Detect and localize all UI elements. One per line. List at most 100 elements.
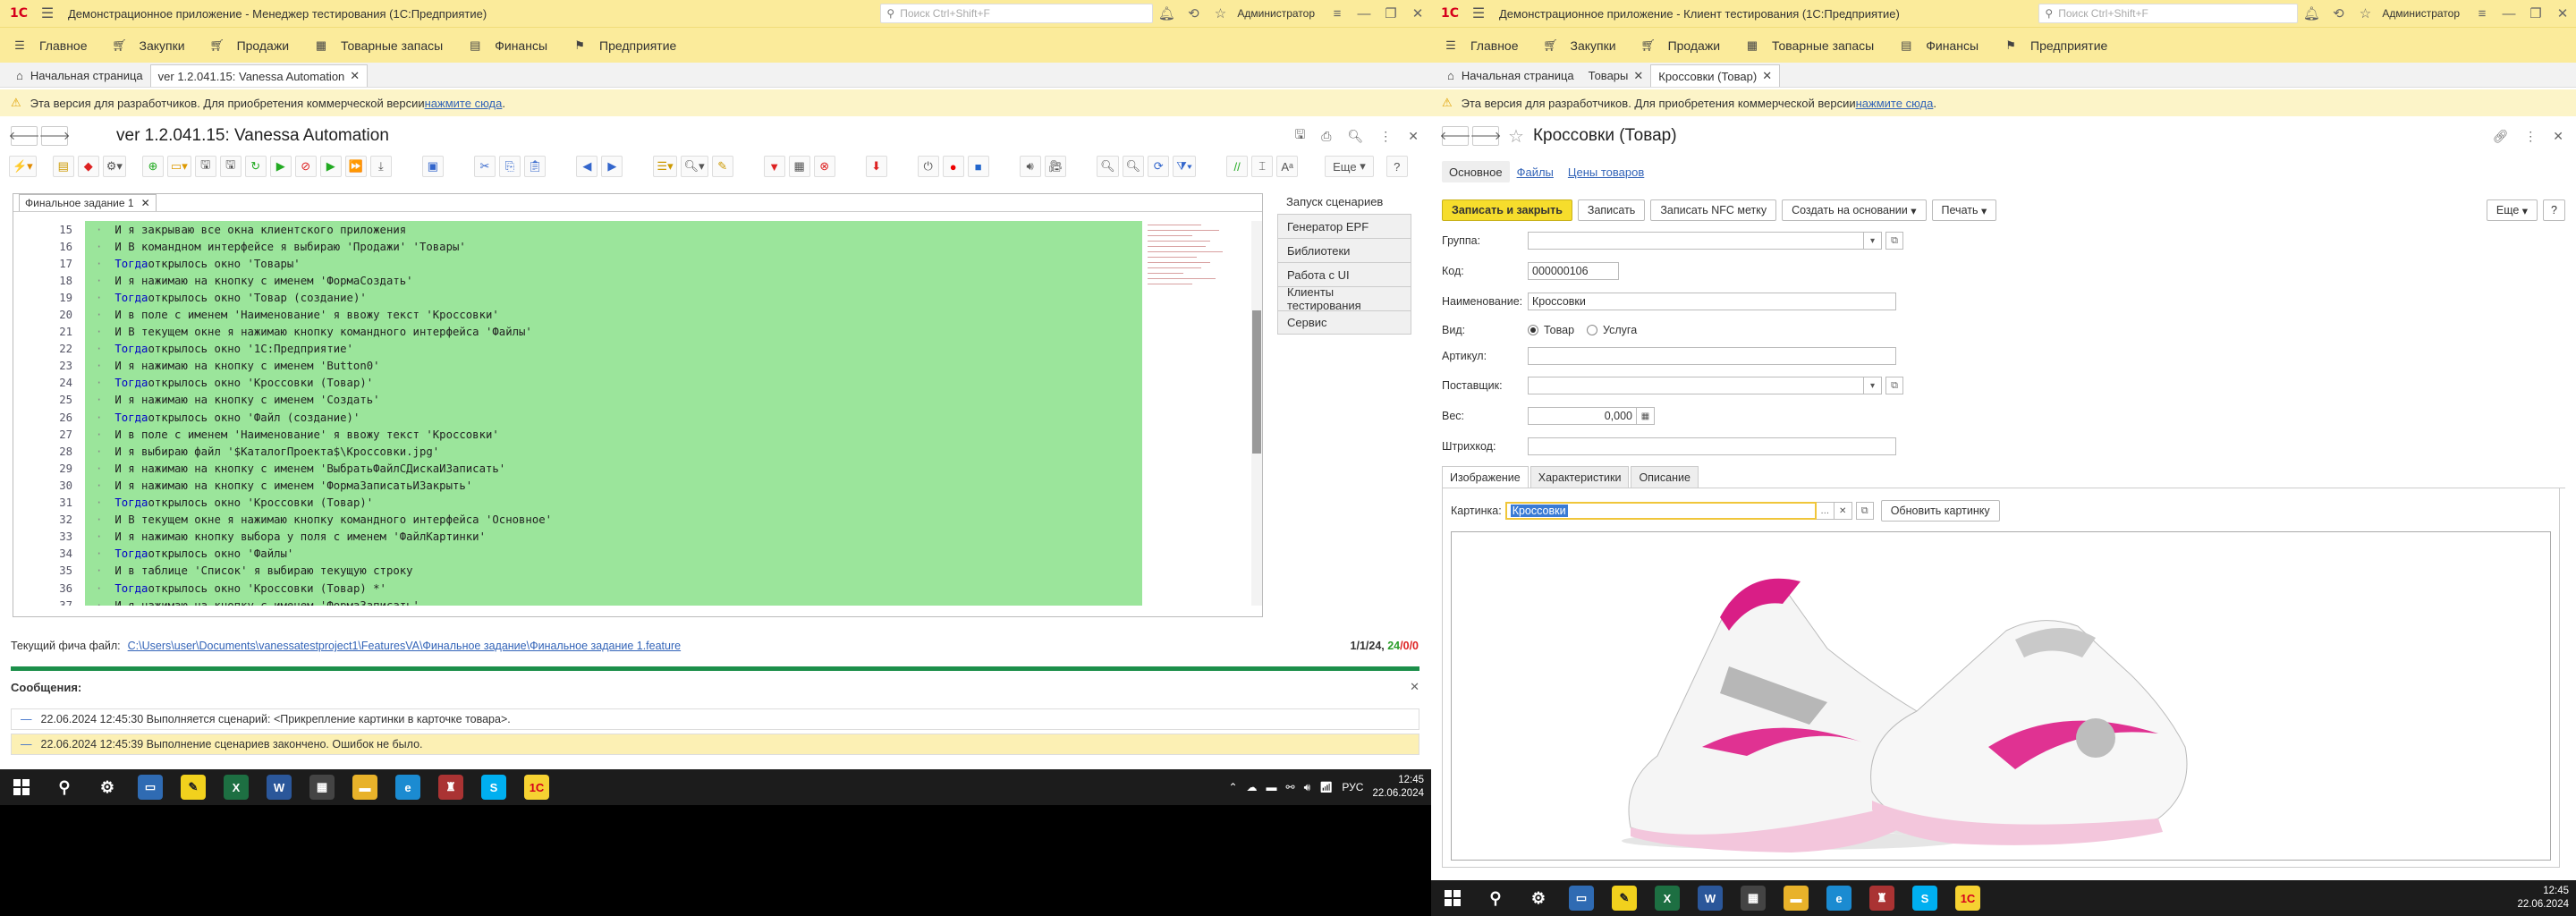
side-item-test-clients[interactable]: Клиенты тестирования [1277, 285, 1411, 312]
excel-icon[interactable]: X [1655, 886, 1680, 911]
excel-icon[interactable]: X [224, 775, 249, 800]
search-input[interactable]: ⚲ Поиск Ctrl+Shift+F [880, 4, 1154, 23]
list-icon[interactable]: ☰▾ [653, 156, 677, 177]
windows-start-icon[interactable] [9, 775, 34, 800]
notes-icon[interactable]: ✎ [1612, 886, 1637, 911]
editor-tab-feature[interactable]: Финальное задание 1 ✕ [19, 194, 157, 211]
settings-icon[interactable]: ⚙ [95, 775, 120, 800]
edge-icon[interactable]: e [395, 775, 420, 800]
editor-scrollbar[interactable] [1251, 221, 1262, 606]
clock[interactable]: 12:45 22.06.2024 [1372, 774, 1424, 801]
side-item-ui[interactable]: Работа с UI [1277, 262, 1411, 286]
skype-icon[interactable]: S [1912, 886, 1937, 911]
tab-sneakers[interactable]: Кроссовки (Товар) ✕ [1650, 64, 1781, 87]
load-feature-icon[interactable]: ▤ [52, 156, 74, 177]
open-icon[interactable]: ⧉ [1885, 232, 1903, 250]
stop-icon[interactable]: ⊘ [294, 156, 317, 177]
word-icon[interactable]: W [267, 775, 292, 800]
tab-main[interactable]: Основное [1442, 161, 1510, 182]
maximize-icon[interactable]: ❐ [2522, 5, 2549, 21]
picture-field[interactable]: Кроссовки [1504, 502, 1817, 520]
code-line[interactable]: 17 · Тогда открылось окно 'Товары' [22, 255, 1145, 273]
user-name[interactable]: Администратор [1237, 7, 1315, 20]
history-icon[interactable]: ⟲ [1180, 5, 1207, 21]
purchase-link[interactable]: нажмите сюда [425, 97, 503, 110]
code-area[interactable]: 15 · И я закрываю все окна клиентского при… [22, 221, 1145, 606]
highlight-icon[interactable]: ✎ [711, 156, 733, 177]
sync-icon[interactable]: ⟳ [1148, 156, 1170, 177]
history-icon[interactable]: ⟲ [2325, 5, 2351, 21]
code-line[interactable]: 26 · Тогда открылось окно 'Файл (создание)… [22, 409, 1145, 427]
kind-radio-product[interactable]: Товар [1528, 324, 1574, 336]
message-row[interactable]: — 22.06.2024 12:45:39 Выполнение сценарие… [11, 734, 1419, 755]
video-icon[interactable]: 🎥︎ [1044, 156, 1067, 177]
minimap[interactable] [1142, 221, 1242, 606]
filter-icon[interactable]: ⧩▾ [1173, 156, 1197, 177]
search-icon[interactable]: 🔍︎▾ [680, 156, 708, 177]
create-based-on-button[interactable]: Создать на основании ▾ [1782, 199, 1927, 221]
1c-app-icon[interactable]: 1С [1955, 886, 1980, 911]
bell-icon[interactable]: 🔔︎ [2298, 5, 2325, 21]
back-button[interactable]: 🡐 [1440, 126, 1470, 146]
menu-item-finance[interactable]: ▤ Финансы [1899, 38, 1979, 53]
open-icon[interactable]: ⧉ [1855, 502, 1874, 520]
sound-icon[interactable]: 🔊︎ [1019, 156, 1041, 177]
move-right-icon[interactable]: ▶ [601, 156, 623, 177]
code-line[interactable]: 19 · Тогда открылось окно 'Товар (создание… [22, 289, 1145, 307]
tab-prices[interactable]: Цены товаров [1561, 161, 1651, 182]
close-icon[interactable]: ✕ [2549, 5, 2576, 21]
menu-item-main[interactable]: ☰ Главное [1444, 38, 1518, 53]
refresh-picture-button[interactable]: Обновить картинку [1880, 500, 2000, 522]
code-line[interactable]: 37 · И я нажимаю на кнопку с именем 'Форма… [22, 597, 1145, 606]
clock[interactable]: 12:45 22.06.2024 [2517, 885, 2569, 912]
close-icon[interactable]: ✕ [1408, 129, 1419, 144]
forward-button[interactable]: 🡒 [1470, 126, 1501, 146]
kind-radio-service[interactable]: Услуга [1587, 324, 1637, 336]
menu-item-purchases[interactable]: 🛒︎ Закупки [112, 38, 184, 53]
download-icon[interactable]: ⬇ [865, 156, 887, 177]
message-row[interactable]: — 22.06.2024 12:45:30 Выполняется сценари… [11, 708, 1419, 730]
gear-icon[interactable]: ⚙▾ [102, 156, 126, 177]
code-line[interactable]: 28 · И я выбираю файл '$КаталогПроекта$\Кр… [22, 443, 1145, 461]
monitor-icon[interactable]: ▭ [138, 775, 163, 800]
tab-home[interactable]: ⌂ Начальная страница [1440, 64, 1581, 87]
save-nfc-button[interactable]: Записать NFC метку [1650, 199, 1777, 221]
find-icon[interactable]: 🔍︎ [1347, 129, 1363, 144]
code-line[interactable]: 34 · Тогда открылось окно 'Файлы' [22, 545, 1145, 563]
copy-icon[interactable]: ⎘ [498, 156, 521, 177]
monitor-icon[interactable]: ▭ [1569, 886, 1594, 911]
settings-icon[interactable]: ⚙ [1526, 886, 1551, 911]
run-selected-icon[interactable]: ▶ [319, 156, 342, 177]
print-icon[interactable]: ⎙ [1321, 129, 1331, 144]
menu-item-stock[interactable]: ▦ Товарные запасы [314, 38, 443, 53]
select-icon[interactable]: … [1816, 502, 1835, 520]
forward-button[interactable]: 🡒 [39, 126, 70, 146]
code-line[interactable]: 23 · И я нажимаю на кнопку с именем 'Butto… [22, 357, 1145, 375]
tray-folder-icon[interactable]: ▬ [1267, 781, 1277, 793]
tab-home[interactable]: ⌂ Начальная страница [9, 64, 150, 87]
code-line[interactable]: 32 · И В текущем окне я нажимаю кнопку ком… [22, 511, 1145, 529]
save-icon[interactable]: 🖫 [1294, 125, 1305, 147]
weight-field[interactable]: 0,000 [1528, 407, 1637, 425]
code-line[interactable]: 18 · И я нажимаю на кнопку с именем 'Форма… [22, 272, 1145, 290]
help-button[interactable]: ? [2543, 199, 2565, 221]
code-line[interactable]: 25 · И я нажимаю на кнопку с именем 'Созда… [22, 391, 1145, 410]
star-icon[interactable]: ☆ [2351, 5, 2378, 21]
more-vert-icon[interactable]: ⋮ [2524, 129, 2537, 144]
maximize-icon[interactable]: ❐ [1377, 5, 1404, 21]
refresh-icon[interactable]: ↻ [244, 156, 267, 177]
calculator-icon[interactable]: ▦ [1637, 407, 1655, 425]
menu-item-finance[interactable]: ▤ Финансы [468, 38, 547, 53]
record-icon[interactable]: ● [942, 156, 964, 177]
minimize-icon[interactable]: — [1351, 6, 1377, 21]
app-icon[interactable]: ♜ [438, 775, 463, 800]
run-menu-icon[interactable]: ⚡▾ [9, 156, 37, 177]
chevron-down-icon[interactable]: ▾ [1864, 232, 1882, 250]
barcode-field[interactable] [1528, 437, 1896, 455]
more-vert-icon[interactable]: ⋮ [1379, 129, 1392, 144]
code-line[interactable]: 29 · И я нажимаю на кнопку с именем 'Выбра… [22, 460, 1145, 478]
close-tab-icon[interactable]: ✕ [1762, 69, 1772, 83]
save-all-icon[interactable]: 🖫 [219, 156, 242, 177]
volume-icon[interactable]: 🔊︎ [1304, 781, 1311, 794]
code-line[interactable]: 33 · И я нажимаю кнопку выбора у поля с им… [22, 528, 1145, 546]
